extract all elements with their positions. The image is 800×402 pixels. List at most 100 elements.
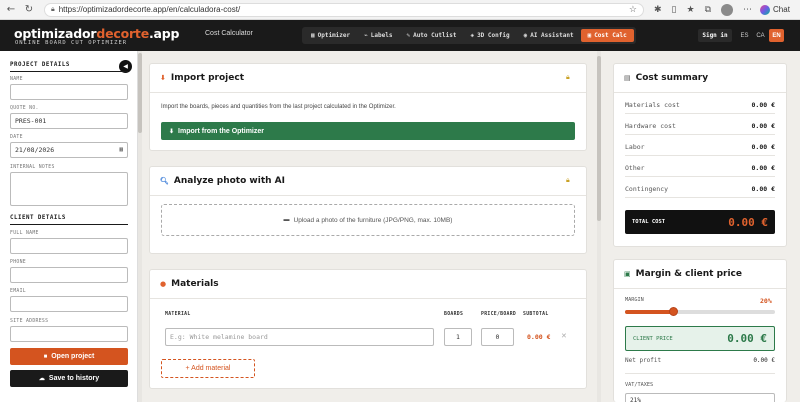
- divider: [150, 195, 586, 196]
- margin-label: MARGIN: [625, 297, 644, 303]
- browser-toolbar: ← ↻ 🔒︎ https://optimizadordecorte.app/en…: [0, 0, 800, 20]
- lang-ca[interactable]: CA: [753, 29, 768, 42]
- boards-input[interactable]: 1: [444, 328, 472, 346]
- scrollbar-thumb[interactable]: [597, 56, 601, 221]
- analyze-title: 🔍︎ Analyze photo with AI: [160, 176, 285, 186]
- url-text: https://optimizadordecorte.app/en/calcul…: [58, 5, 241, 14]
- section-title: Cost Calculator: [205, 30, 253, 37]
- main-scrollbar[interactable]: [597, 51, 601, 402]
- nav-tab-optimizer[interactable]: ▦ Optimizer: [304, 29, 357, 42]
- email-input[interactable]: [10, 296, 128, 312]
- divider: [625, 176, 775, 177]
- materials-title: ● Materials: [160, 279, 219, 289]
- app-header: optimizadordecorte.app ONLINE BOARD CUT …: [0, 20, 800, 51]
- import-description: Import the boards, pieces and quantities…: [161, 104, 396, 110]
- date-input[interactable]: 21/08/2026 ▦: [10, 142, 128, 158]
- photo-upload-zone[interactable]: ▬ Upload a photo of the furniture (JPG/PN…: [161, 204, 575, 236]
- client-details-heading: CLIENT DETAILS: [10, 215, 66, 221]
- robot-icon: ◉: [523, 32, 528, 39]
- materials-card: ● Materials MATERIAL BOARDS PRICE/BOARD S…: [149, 269, 587, 389]
- nav-tab-3d-config[interactable]: ◈ 3D Config: [463, 29, 516, 42]
- import-title: ⬇ Import project: [160, 73, 244, 83]
- site-address-label: SITE ADDRESS: [10, 319, 49, 324]
- cost-row-materials-cost: Materials cost 0.00 €: [625, 101, 775, 109]
- materials-icon: ●: [160, 280, 167, 288]
- download-icon: ⬇: [160, 74, 166, 82]
- email-label: EMAIL: [10, 289, 26, 294]
- client-price-value: 0.00 €: [727, 332, 767, 345]
- divider: [10, 71, 128, 72]
- address-bar[interactable]: 🔒︎ https://optimizadordecorte.app/en/cal…: [44, 2, 644, 17]
- margin-title: ▣ Margin & client price: [624, 269, 742, 279]
- analyze-photo-card: 🔍︎ Analyze photo with AI 🔒︎ ▬ Upload a pho…: [149, 166, 587, 254]
- delete-row-icon[interactable]: ✕: [561, 332, 567, 340]
- col-boards: BOARDS: [444, 312, 464, 317]
- profile-avatar[interactable]: [721, 3, 734, 16]
- reload-icon[interactable]: ↻: [22, 3, 36, 17]
- margin-slider-handle[interactable]: [668, 307, 678, 316]
- open-project-button[interactable]: ■ Open project: [10, 348, 128, 365]
- divider: [625, 197, 775, 198]
- divider: [625, 113, 775, 114]
- notes-textarea[interactable]: [10, 172, 128, 206]
- vat-label: VAT/TAXES: [625, 382, 654, 388]
- favorites-icon[interactable]: ★: [687, 5, 695, 15]
- extensions-icon[interactable]: ✱: [654, 5, 662, 15]
- nav-tab-labels[interactable]: ⌁ Labels: [357, 29, 399, 42]
- sidebar-scrollbar[interactable]: [138, 51, 142, 402]
- price-input[interactable]: 0: [481, 328, 514, 346]
- star-icon[interactable]: ☆: [629, 4, 637, 15]
- divider: [150, 298, 586, 299]
- nav-tab-cost-calc[interactable]: ▣ Cost Calc: [580, 29, 634, 42]
- sign-in-button[interactable]: Sign in: [698, 29, 732, 42]
- margin-slider[interactable]: [625, 307, 775, 316]
- cost-row-other: Other 0.00 €: [625, 164, 775, 172]
- material-name-input[interactable]: E.g: White melamine board: [165, 328, 434, 346]
- more-icon[interactable]: ⋯: [743, 5, 752, 15]
- pencil-icon: ✎: [406, 32, 411, 39]
- date-label: DATE: [10, 135, 23, 140]
- project-details-heading: PROJECT DETAILS: [10, 62, 70, 68]
- collections-icon[interactable]: ⧉: [705, 5, 711, 15]
- magnifier-icon: 🔍︎: [160, 177, 169, 185]
- fullname-input[interactable]: [10, 238, 128, 254]
- quote-input[interactable]: PRES-001: [10, 113, 128, 129]
- main-nav: ▦ Optimizer ⌁ Labels ✎ Auto Cutlist ◈ 3D Config…: [302, 27, 636, 44]
- margin-value: 20%: [760, 297, 772, 305]
- name-input[interactable]: [10, 84, 128, 100]
- lang-en[interactable]: EN: [769, 29, 784, 42]
- cost-row-labor: Labor 0.00 €: [625, 143, 775, 151]
- add-material-button[interactable]: + Add material: [161, 359, 255, 378]
- cost-row-hardware-cost: Hardware cost 0.00 €: [625, 122, 775, 130]
- name-label: NAME: [10, 77, 23, 82]
- cost-summary-card: ▤ Cost summary Materials cost 0.00 € Hardwa…: [613, 63, 787, 247]
- import-optimizer-button[interactable]: ⬇ Import from the Optimizer: [161, 122, 575, 140]
- nav-tab-auto-cutlist[interactable]: ✎ Auto Cutlist: [399, 29, 463, 42]
- total-cost-box: TOTAL COST 0.00 €: [625, 210, 775, 234]
- split-screen-icon[interactable]: ▯: [672, 5, 677, 15]
- margin-card: ▣ Margin & client price MARGIN 20% CLIENT…: [613, 259, 787, 402]
- client-price-label: CLIENT PRICE: [633, 335, 673, 342]
- copilot-chat-button[interactable]: Chat: [760, 4, 790, 15]
- sidebar: PROJECT DETAILS ◀ NAME QUOTE NO. PRES-00…: [0, 51, 138, 402]
- copilot-icon: [760, 4, 771, 15]
- nav-tab-ai-assistant[interactable]: ◉ AI Assistant: [517, 29, 581, 42]
- chart-icon: ▤: [624, 74, 631, 82]
- scrollbar-thumb[interactable]: [138, 53, 142, 133]
- divider: [614, 92, 786, 93]
- divider: [625, 373, 775, 374]
- fullname-label: FULL NAME: [10, 231, 39, 236]
- site-address-input[interactable]: [10, 326, 128, 342]
- total-cost-label: TOTAL COST: [632, 219, 666, 225]
- phone-input[interactable]: [10, 267, 128, 283]
- lang-es[interactable]: ES: [737, 29, 752, 42]
- import-project-card: ⬇ Import project 🔒︎ Import the boards, pi…: [149, 63, 587, 151]
- logo[interactable]: optimizadordecorte.app: [14, 26, 179, 41]
- back-icon[interactable]: ←: [4, 3, 18, 17]
- vat-input[interactable]: 21%: [625, 393, 775, 402]
- phone-label: PHONE: [10, 260, 26, 265]
- calendar-icon[interactable]: ▦: [119, 146, 123, 154]
- save-history-button[interactable]: ☁ Save to history: [10, 370, 128, 387]
- calculator-icon: ▣: [587, 32, 592, 39]
- margin-slider-fill: [625, 310, 673, 314]
